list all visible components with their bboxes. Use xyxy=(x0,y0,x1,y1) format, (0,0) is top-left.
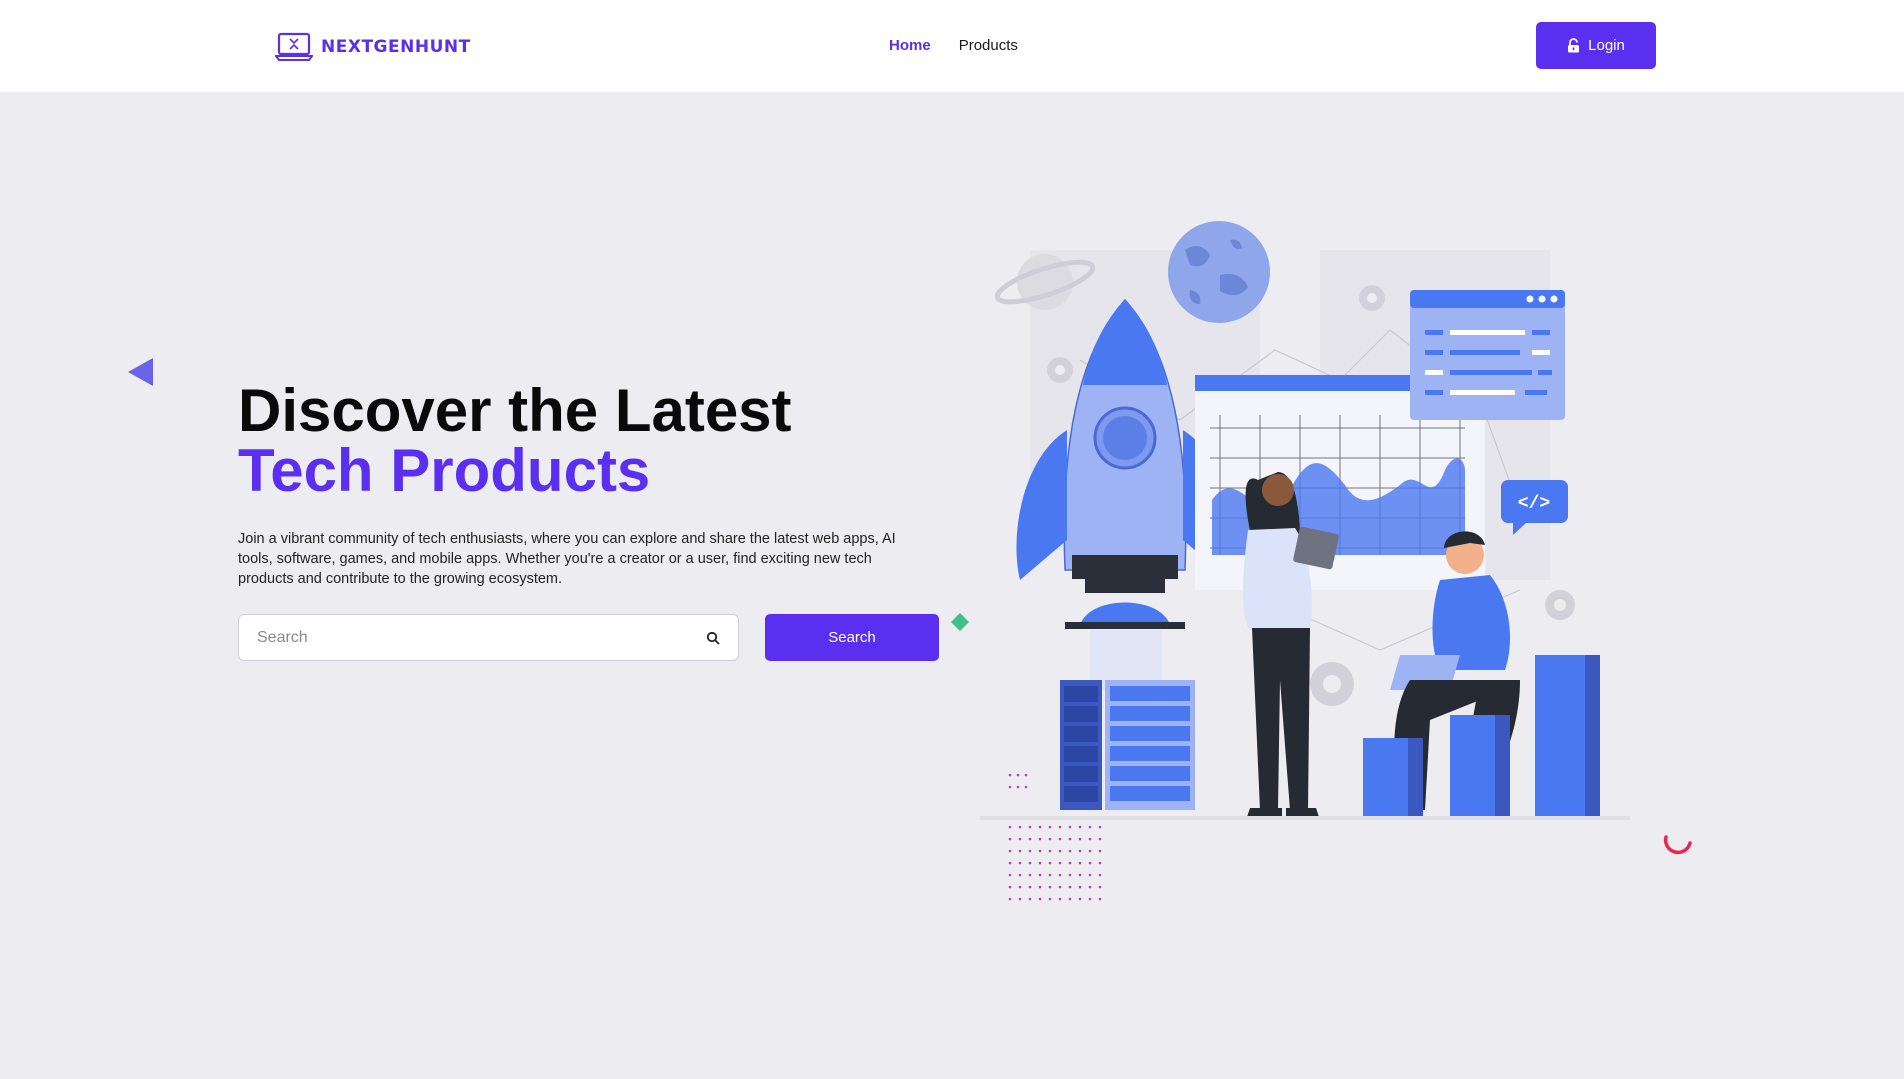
login-button[interactable]: Login xyxy=(1536,22,1656,69)
arc-decoration xyxy=(1663,835,1692,855)
hero-title-line1: Discover the Latest xyxy=(238,377,792,444)
nav-products-link[interactable]: Products xyxy=(959,37,1018,54)
brand-name: NEXTGENHUNT xyxy=(321,37,471,57)
unlock-icon xyxy=(1568,38,1580,53)
server-rack-icon xyxy=(1060,680,1195,810)
hero-title: Discover the Latest Tech Products xyxy=(238,381,792,501)
search-button[interactable]: Search xyxy=(765,614,939,661)
moon-icon xyxy=(1168,221,1270,323)
search-input[interactable] xyxy=(255,627,699,648)
hero-title-line2: Tech Products xyxy=(238,437,651,504)
hero-illustration: </> xyxy=(980,221,1630,901)
code-bubble-text: </> xyxy=(1518,494,1550,514)
hero-description: Join a vibrant community of tech enthusi… xyxy=(238,531,896,587)
login-label: Login xyxy=(1588,37,1625,54)
search-box xyxy=(238,614,739,661)
brand-logo[interactable]: NEXTGENHUNT xyxy=(275,31,471,63)
nav-home-link[interactable]: Home xyxy=(889,37,931,54)
triangle-decoration xyxy=(128,358,153,386)
site-header: NEXTGENHUNT Home Products Login xyxy=(0,0,1904,92)
code-window-icon xyxy=(1410,290,1565,420)
laptop-logo-icon xyxy=(275,32,313,61)
main-nav: Home Products xyxy=(889,37,1018,54)
search-icon[interactable] xyxy=(706,631,720,645)
